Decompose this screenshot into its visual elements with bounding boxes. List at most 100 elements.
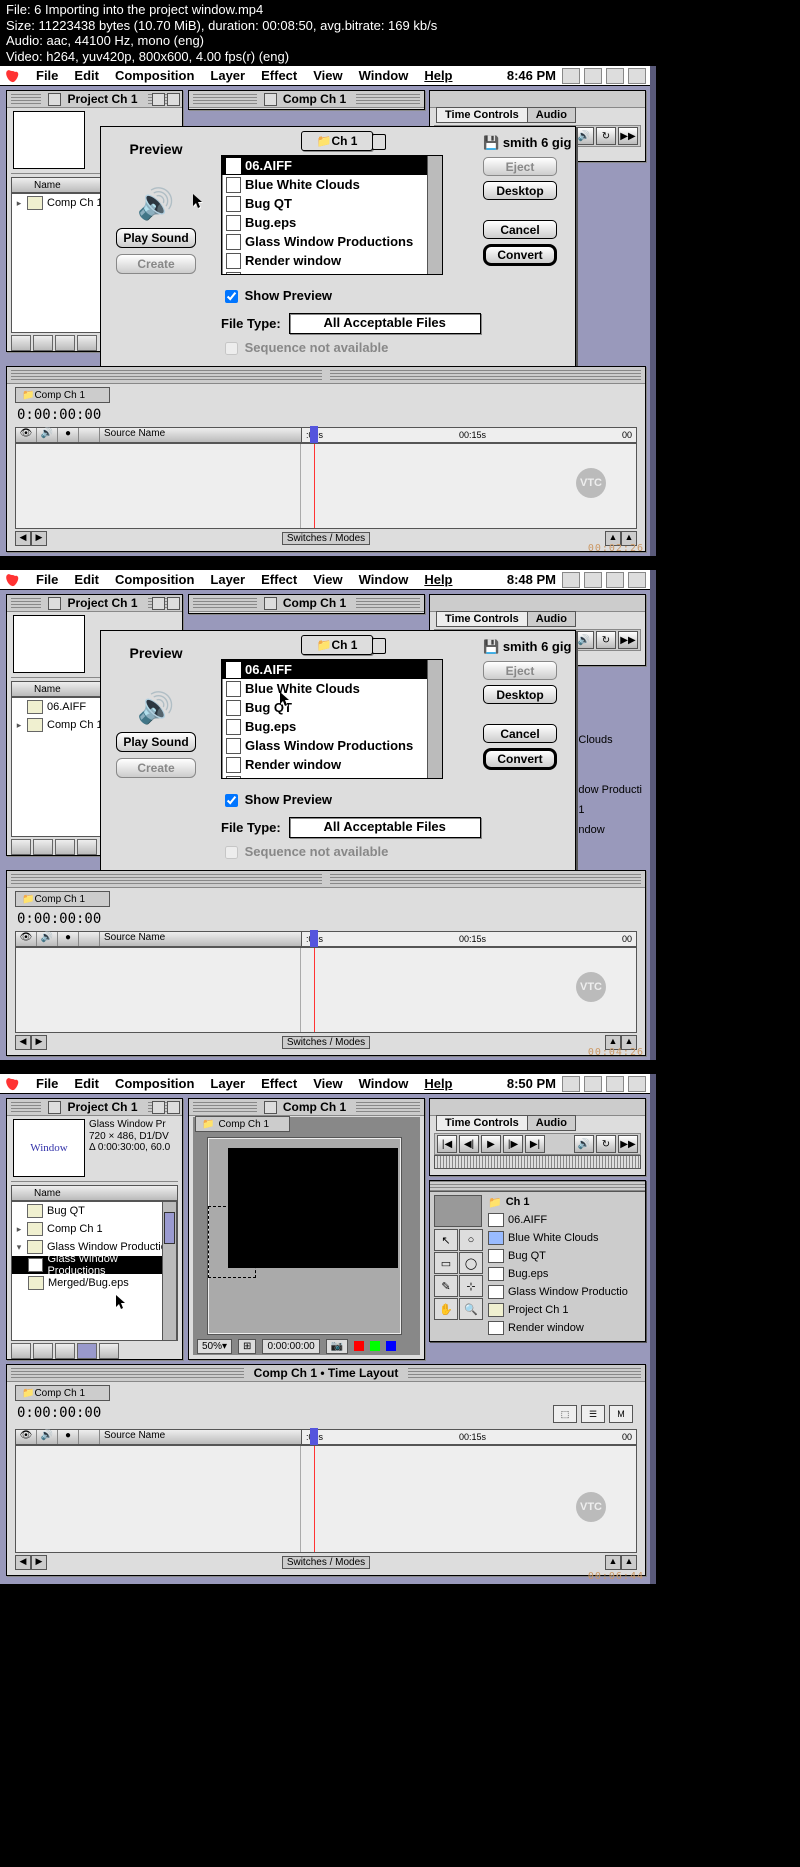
tc-tab-audio[interactable]: Audio <box>527 107 576 123</box>
blue-channel-icon[interactable] <box>386 1341 396 1351</box>
menu-view[interactable]: View <box>305 1076 350 1091</box>
footer-button[interactable] <box>77 839 97 855</box>
timeline-tracks[interactable]: VTC <box>15 947 637 1033</box>
zoom-button[interactable] <box>152 93 165 106</box>
scrollbar-thumb[interactable] <box>164 1212 175 1244</box>
last-frame-button[interactable]: ▶| <box>525 1135 545 1153</box>
file-row[interactable]: Bug.eps <box>222 717 442 736</box>
arrow-tool-icon[interactable]: ↖ <box>434 1229 458 1251</box>
footer-button[interactable] <box>55 1343 75 1359</box>
playhead-marker-icon[interactable] <box>310 426 318 444</box>
collapse-button[interactable] <box>167 93 180 106</box>
menu-layer[interactable]: Layer <box>202 1076 253 1091</box>
menu-window[interactable]: Window <box>351 1076 417 1091</box>
tray-icon[interactable] <box>584 1076 602 1092</box>
project-item[interactable]: Bug QT <box>12 1202 177 1220</box>
effects-palette[interactable]: ↖○ ▭◯ ✎⊹ ✋🔍 📁 Ch 1 06.AIFF Blue White Cl… <box>429 1180 646 1342</box>
file-row[interactable]: Bug QT <box>222 698 442 717</box>
switches-modes-toggle[interactable]: Switches / Modes <box>282 1036 370 1049</box>
rect-tool-icon[interactable]: ▭ <box>434 1252 458 1274</box>
menu-composition[interactable]: Composition <box>107 1076 202 1091</box>
menu-composition[interactable]: Composition <box>107 572 202 587</box>
project-scrollbar[interactable] <box>162 1201 177 1341</box>
footer-button[interactable] <box>11 839 31 855</box>
tl-zoom-in[interactable]: ▲ <box>621 1555 637 1570</box>
file-list[interactable]: 06.AIFF Blue White Clouds Bug QT Bug.eps… <box>221 659 443 779</box>
footer-button[interactable] <box>11 1343 31 1359</box>
file-row[interactable]: stone eye <box>222 270 442 275</box>
time-display[interactable]: 0:00:00:00 <box>262 1339 319 1354</box>
timeline-current-time[interactable]: 0:00:00:00 <box>17 407 101 423</box>
convert-button[interactable]: Convert <box>483 748 557 770</box>
menu-help[interactable]: Help <box>416 572 460 587</box>
palette-item[interactable]: 06.AIFF <box>486 1211 641 1229</box>
menu-view[interactable]: View <box>305 68 350 83</box>
palette-list[interactable]: 📁 Ch 1 06.AIFF Blue White Clouds Bug QT … <box>486 1193 641 1337</box>
cancel-button[interactable]: Cancel <box>483 724 557 743</box>
tl-option-button[interactable]: ☰ <box>581 1405 605 1423</box>
snapshot-button[interactable]: 📷 <box>326 1339 348 1354</box>
prev-frame-button[interactable]: ◀| <box>459 1135 479 1153</box>
timeline-tab[interactable]: 📁 Comp Ch 1 <box>15 387 110 403</box>
tc-tab-time[interactable]: Time Controls <box>436 611 528 627</box>
menu-effect[interactable]: Effect <box>253 1076 305 1091</box>
playhead-line[interactable] <box>314 444 315 528</box>
apple-menu-icon[interactable] <box>4 573 20 587</box>
footer-button[interactable] <box>55 839 75 855</box>
palette-folder[interactable]: 📁 Ch 1 <box>486 1193 641 1211</box>
play-button[interactable]: ▶ <box>481 1135 501 1153</box>
footer-button[interactable] <box>99 1343 119 1359</box>
zoom-button[interactable] <box>152 597 165 610</box>
project-item[interactable]: ▸Comp Ch 1 <box>12 1220 177 1238</box>
menu-help[interactable]: Help <box>416 68 460 83</box>
tc-tab-audio[interactable]: Audio <box>527 611 576 627</box>
palette-item[interactable]: Bug QT <box>486 1247 641 1265</box>
menu-layer[interactable]: Layer <box>202 68 253 83</box>
tc-tab-audio[interactable]: Audio <box>527 1115 576 1131</box>
rotate-tool-icon[interactable]: ○ <box>459 1229 483 1251</box>
show-preview-checkbox[interactable]: Show Preview <box>221 791 332 810</box>
file-row[interactable]: 06.AIFF <box>222 660 442 679</box>
desktop-button[interactable]: Desktop <box>483 685 557 704</box>
zoom-display[interactable]: 50% ▾ <box>197 1339 232 1354</box>
tray-icon[interactable] <box>584 572 602 588</box>
tl-scroll-left[interactable]: ◀ <box>15 1555 31 1570</box>
disclosure-triangle-icon[interactable]: ▾ <box>15 1242 23 1253</box>
palette-item[interactable]: Bug.eps <box>486 1265 641 1283</box>
playhead-marker-icon[interactable] <box>310 930 318 948</box>
cancel-button[interactable]: Cancel <box>483 220 557 239</box>
close-button[interactable] <box>264 597 277 610</box>
file-row[interactable]: Blue White Clouds <box>222 679 442 698</box>
comp-window-titlebar[interactable]: Comp Ch 1 <box>188 90 425 110</box>
ram-preview-button[interactable]: ▶▶ <box>618 1135 638 1153</box>
timeline-window[interactable]: 📁 Comp Ch 1 0:00:00:00 👁 🔊 ● Source Name… <box>6 366 646 552</box>
tray-icon[interactable] <box>562 572 580 588</box>
close-button[interactable] <box>48 1101 61 1114</box>
tl-scroll-right[interactable]: ▶ <box>31 1035 47 1050</box>
timeline-window[interactable]: 📁 Comp Ch 1 0:00:00:00 👁🔊●Source Name✱✱＼… <box>6 870 646 1056</box>
time-controls-window[interactable]: Time ControlsAudio |◀◀|▶|▶▶|🔊↻▶▶ <box>429 1098 646 1176</box>
file-type-popup[interactable]: All Acceptable Files <box>289 313 481 334</box>
menu-composition[interactable]: Composition <box>107 68 202 83</box>
timeline-titlebar[interactable] <box>7 367 645 384</box>
tray-icon[interactable] <box>584 68 602 84</box>
convert-button[interactable]: Convert <box>483 244 557 266</box>
collapse-button[interactable] <box>167 597 180 610</box>
tray-icon[interactable] <box>628 1076 646 1092</box>
first-frame-button[interactable]: |◀ <box>437 1135 457 1153</box>
menu-window[interactable]: Window <box>351 68 417 83</box>
tl-motion-blur-button[interactable]: M <box>609 1405 633 1423</box>
palette-item[interactable]: Render window <box>486 1319 641 1337</box>
file-row[interactable]: 06.AIFF <box>222 156 442 175</box>
comp-window-titlebar[interactable]: Comp Ch 1 <box>188 594 425 614</box>
tray-icon[interactable] <box>562 68 580 84</box>
folder-popup[interactable]: 📁 Ch 1 <box>301 635 373 655</box>
disclosure-triangle-icon[interactable]: ▸ <box>15 720 23 731</box>
footer-button[interactable] <box>33 839 53 855</box>
tc-titlebar[interactable] <box>430 91 645 108</box>
project-window[interactable]: Project Ch 1 Window Glass Window Pr 720 … <box>6 1098 183 1360</box>
tl-option-button[interactable]: ⬚ <box>553 1405 577 1423</box>
file-list-scrollbar[interactable] <box>427 156 442 274</box>
audio-button[interactable]: 🔊 <box>574 631 594 649</box>
disclosure-triangle-icon[interactable]: ▸ <box>15 198 23 209</box>
